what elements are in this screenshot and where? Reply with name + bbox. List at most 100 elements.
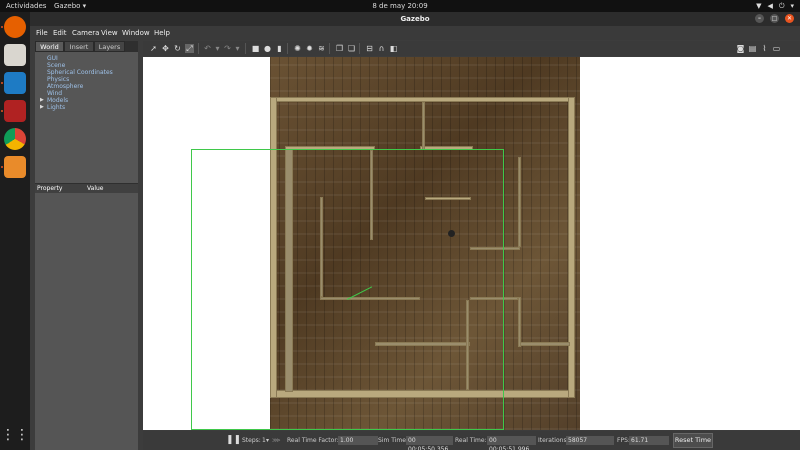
point-light-icon[interactable]: ✺ xyxy=(293,44,302,53)
sim-time-label: Sim Time: xyxy=(378,437,408,444)
tree-item-spherical-coordinates[interactable]: Spherical Coordinates xyxy=(47,69,113,76)
tab-world[interactable]: World xyxy=(35,41,64,52)
redo-icon[interactable]: ↷ xyxy=(223,44,232,53)
menu-help[interactable]: Help xyxy=(154,29,170,37)
directional-light-icon[interactable]: ≋ xyxy=(317,44,326,53)
window-controls: – □ ✕ xyxy=(755,14,794,23)
running-indicator xyxy=(1,82,3,84)
menu-window[interactable]: Window xyxy=(122,29,150,37)
vscode-icon[interactable] xyxy=(4,72,26,94)
tab-layers[interactable]: Layers xyxy=(94,41,125,52)
clock[interactable]: 8 de may 20:09 xyxy=(0,0,800,12)
steps-dropdown-icon[interactable]: ▾ xyxy=(266,437,269,444)
iterations-value: 58057 xyxy=(566,436,614,445)
toolbar-divider xyxy=(329,43,330,54)
dock: ⋮⋮ xyxy=(0,12,30,450)
toolbar: ➚ ✥ ↻ ⤢ ↶ ▾ ↷ ▾ ■ ● ▮ ✺ ✹ ≋ ❐ ❏ ⊟ ∩ ◧ ◙ … xyxy=(143,41,800,56)
toolbar-divider xyxy=(245,43,246,54)
window-titlebar[interactable]: Gazebo – □ ✕ xyxy=(30,12,800,26)
steps-label: Steps: xyxy=(242,437,261,444)
firefox-icon[interactable] xyxy=(4,16,26,38)
select-mode-icon[interactable]: ➚ xyxy=(149,44,158,53)
menu-view[interactable]: View xyxy=(101,29,118,37)
app-grid-icon[interactable]: ⋮⋮ xyxy=(1,424,29,446)
sim-time-value: 00 00:05:50.356 xyxy=(406,436,453,450)
screenshot-icon[interactable]: ◙ xyxy=(736,44,745,53)
step-icon[interactable]: ⋙ xyxy=(272,437,281,444)
spot-light-icon[interactable]: ✹ xyxy=(305,44,314,53)
redo-history-icon[interactable]: ▾ xyxy=(233,44,242,53)
scale-mode-icon[interactable]: ⤢ xyxy=(185,44,194,53)
maze-wall xyxy=(518,297,521,347)
plot-icon[interactable]: ⌇ xyxy=(760,44,769,53)
tree-item-gui[interactable]: GUI xyxy=(47,55,58,62)
maze-wall xyxy=(520,342,570,346)
maximize-icon[interactable]: □ xyxy=(770,14,779,23)
menu-file[interactable]: File xyxy=(36,29,48,37)
sphere-shape-icon[interactable]: ● xyxy=(263,44,272,53)
menu-camera[interactable]: Camera xyxy=(72,29,99,37)
gazebo-icon[interactable] xyxy=(4,156,26,178)
network-icon: ▼ xyxy=(756,2,762,10)
tree-item-wind[interactable]: Wind xyxy=(47,90,62,97)
fps-value: 61.71 xyxy=(629,436,669,445)
log-icon[interactable]: ▤ xyxy=(748,44,757,53)
terminal-icon[interactable] xyxy=(4,100,26,122)
snap-icon[interactable]: ∩ xyxy=(377,44,386,53)
property-column-header: Property xyxy=(37,185,63,192)
video-record-icon[interactable]: ▭ xyxy=(772,44,781,53)
maze-wall xyxy=(422,102,425,150)
cylinder-shape-icon[interactable]: ▮ xyxy=(275,44,284,53)
system-top-bar: Actividades Gazebo ▾ 8 de may 20:09 ▼ ◀ … xyxy=(0,0,800,12)
chevron-right-icon[interactable]: ▶ xyxy=(40,97,44,103)
align-icon[interactable]: ⊟ xyxy=(365,44,374,53)
property-table-header: Property Value xyxy=(35,184,138,193)
close-icon[interactable]: ✕ xyxy=(785,14,794,23)
running-indicator xyxy=(1,26,3,28)
minimize-icon[interactable]: – xyxy=(755,14,764,23)
menu-bar: File Edit Camera View Window Help xyxy=(30,26,800,40)
files-icon[interactable] xyxy=(4,44,26,66)
chrome-icon[interactable] xyxy=(4,128,26,150)
tab-insert[interactable]: Insert xyxy=(64,41,94,52)
tree-item-atmosphere[interactable]: Atmosphere xyxy=(47,83,83,90)
world-tree: GUI Scene Spherical Coordinates Physics … xyxy=(35,52,138,183)
toolbar-divider xyxy=(198,43,199,54)
rtf-value: 1.00 xyxy=(338,436,378,445)
window-title: Gazebo xyxy=(400,15,430,23)
property-table xyxy=(35,193,138,450)
tree-item-physics[interactable]: Physics xyxy=(47,76,69,83)
selection-box xyxy=(191,149,504,430)
panel-tabs: World Insert Layers xyxy=(35,41,138,52)
reset-time-button[interactable]: Reset Time xyxy=(673,433,713,448)
robot-model[interactable] xyxy=(448,230,455,237)
chevron-right-icon[interactable]: ▶ xyxy=(40,104,44,110)
running-indicator xyxy=(1,110,3,112)
system-tray[interactable]: ▼ ◀ ⏻ ▾ xyxy=(756,0,794,12)
left-panel: World Insert Layers GUI Scene Spherical … xyxy=(35,41,138,450)
chevron-down-icon: ▾ xyxy=(790,2,794,10)
box-shape-icon[interactable]: ■ xyxy=(251,44,260,53)
scene-viewport[interactable] xyxy=(143,57,800,430)
tree-item-models[interactable]: Models xyxy=(47,97,68,104)
gazebo-window: Gazebo – □ ✕ File Edit Camera View Windo… xyxy=(30,12,800,450)
undo-history-icon[interactable]: ▾ xyxy=(213,44,222,53)
real-time-label: Real Time: xyxy=(455,437,487,444)
paste-icon[interactable]: ❏ xyxy=(347,44,356,53)
rotate-mode-icon[interactable]: ↻ xyxy=(173,44,182,53)
fps-label: FPS: xyxy=(617,437,630,444)
translate-mode-icon[interactable]: ✥ xyxy=(161,44,170,53)
maze-wall xyxy=(568,97,575,398)
rtf-label: Real Time Factor: xyxy=(287,437,339,444)
pause-icon[interactable]: ❚❚ xyxy=(226,435,241,445)
tree-item-lights[interactable]: Lights xyxy=(47,104,65,111)
power-icon: ⏻ xyxy=(778,2,785,10)
tree-item-scene[interactable]: Scene xyxy=(47,62,65,69)
maze-wall xyxy=(518,157,521,247)
change-view-icon[interactable]: ◧ xyxy=(389,44,398,53)
toolbar-divider xyxy=(287,43,288,54)
menu-edit[interactable]: Edit xyxy=(53,29,67,37)
running-indicator xyxy=(1,166,3,168)
copy-icon[interactable]: ❐ xyxy=(335,44,344,53)
undo-icon[interactable]: ↶ xyxy=(203,44,212,53)
